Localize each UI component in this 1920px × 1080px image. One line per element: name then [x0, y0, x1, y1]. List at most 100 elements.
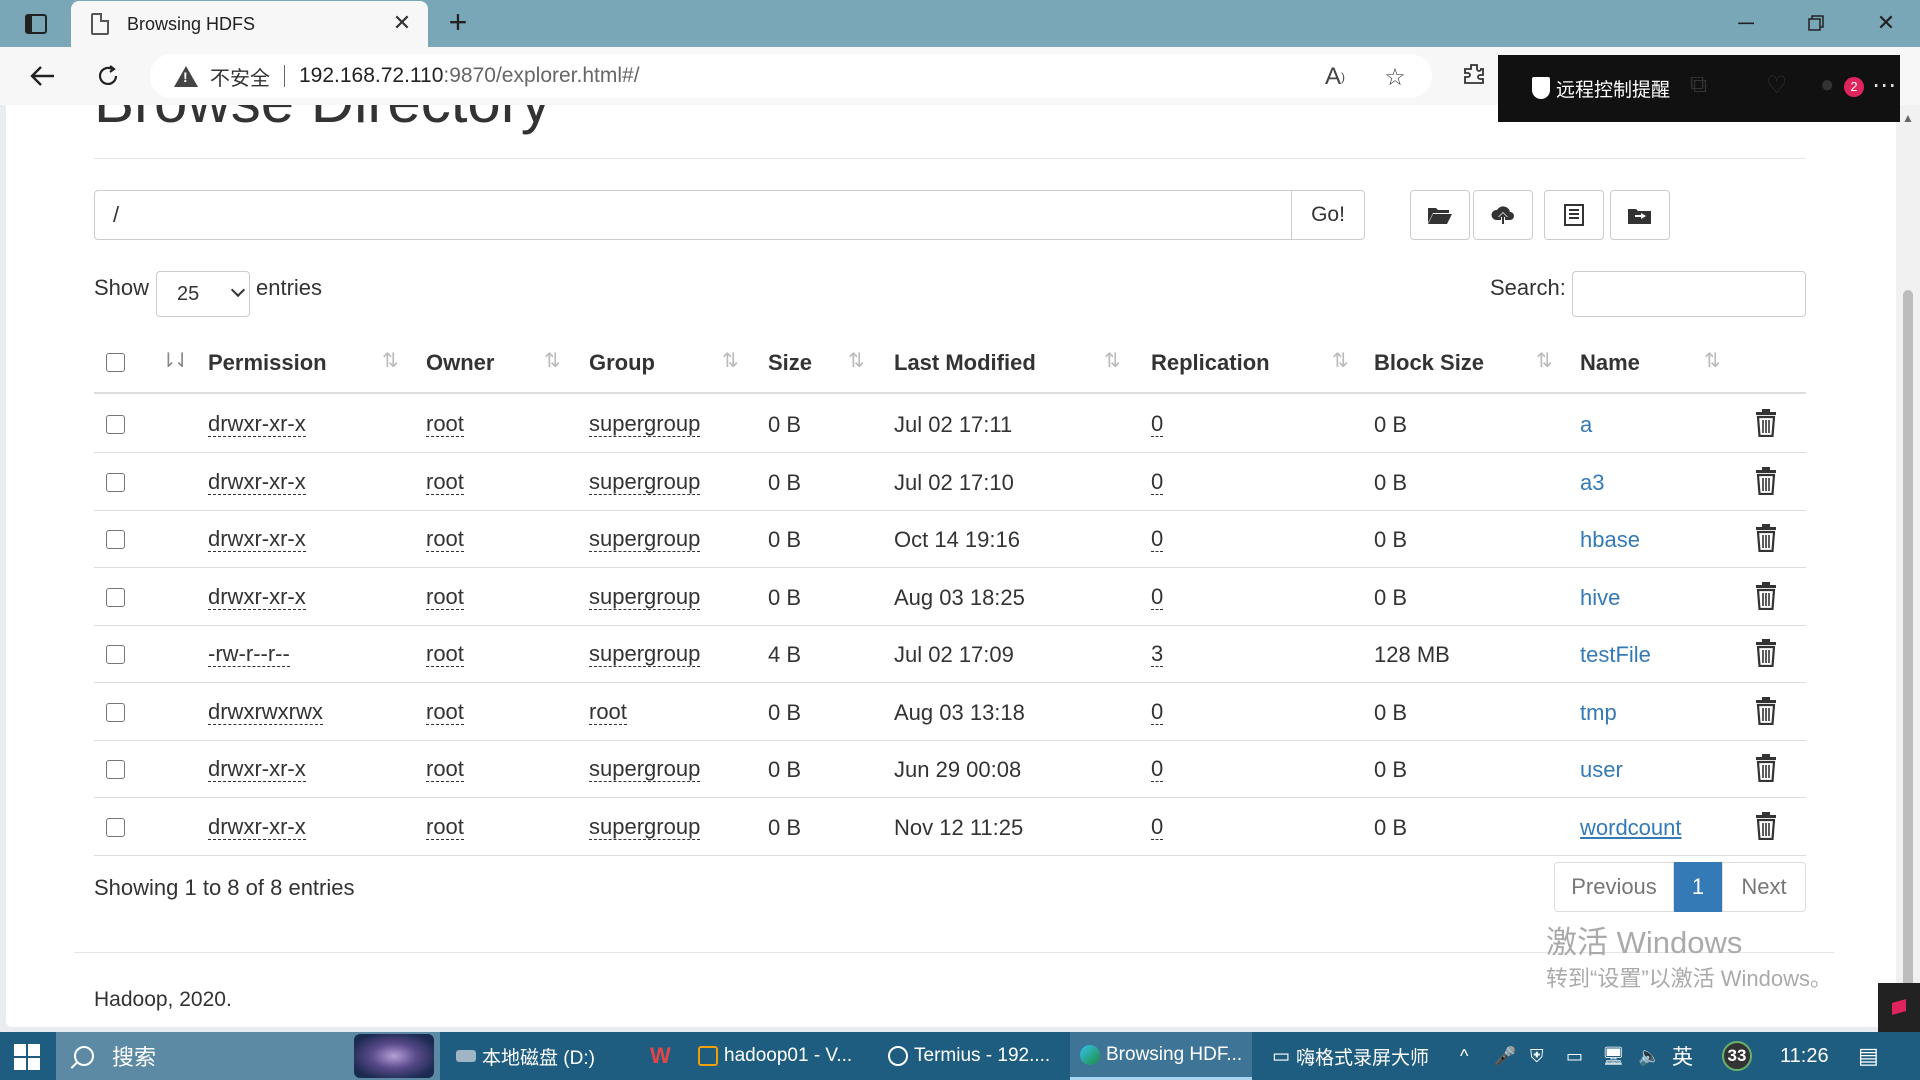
permission-cell[interactable]: drwxrwxrwx	[208, 699, 323, 725]
name-link[interactable]: user	[1580, 757, 1623, 783]
tray-app-badge[interactable]: 33	[1722, 1041, 1752, 1071]
extensions-icon[interactable]	[1456, 56, 1492, 92]
more-menu-icon[interactable]: ⋯	[1872, 71, 1896, 100]
sort-icon[interactable]: ⇅	[382, 348, 399, 373]
row-checkbox[interactable]	[106, 415, 125, 434]
ime-indicator[interactable]: 英	[1672, 1032, 1693, 1080]
sort-icon[interactable]: ⇂⇃	[160, 348, 190, 373]
replication-cell[interactable]: 0	[1151, 757, 1164, 782]
permission-cell[interactable]: drwxr-xr-x	[208, 469, 306, 495]
taskbar-item-wps[interactable]: W	[640, 1032, 684, 1080]
windows-start-icon[interactable]	[14, 1044, 40, 1070]
taskbar-item-edge[interactable]: Browsing HDF...	[1070, 1032, 1252, 1080]
col-group[interactable]: Group	[589, 350, 655, 376]
notification-center-icon[interactable]: ▤	[1858, 1032, 1879, 1080]
replication-cell[interactable]: 0	[1151, 814, 1164, 840]
sort-icon[interactable]: ⇅	[1332, 348, 1349, 373]
group-cell[interactable]: supergroup	[589, 412, 701, 437]
name-link[interactable]: tmp	[1580, 700, 1617, 726]
col-replication[interactable]: Replication	[1151, 350, 1270, 376]
row-checkbox[interactable]	[106, 530, 125, 549]
flag-icon[interactable]	[1878, 983, 1920, 1035]
refresh-icon[interactable]	[88, 57, 128, 95]
name-link[interactable]: testFile	[1580, 642, 1651, 668]
taskbar-item-recorder[interactable]: ▭ 嗨格式录屏大师	[1262, 1032, 1440, 1080]
col-permission[interactable]: Permission	[208, 350, 327, 376]
group-cell[interactable]: supergroup	[589, 642, 701, 667]
network-icon[interactable]: 🖥	[1602, 1032, 1625, 1080]
row-checkbox[interactable]	[106, 587, 125, 607]
create-directory-button[interactable]	[1410, 190, 1470, 240]
owner-cell[interactable]: root	[426, 699, 464, 725]
collections-icon[interactable]: ⧉	[1690, 71, 1707, 99]
col-size[interactable]: Size	[768, 350, 812, 376]
tab-actions-icon[interactable]	[16, 9, 56, 39]
replication-cell[interactable]: 0	[1151, 412, 1164, 437]
sort-icon[interactable]: ⇅	[848, 348, 865, 373]
permission-cell[interactable]: drwxr-xr-x	[208, 584, 306, 610]
url-bar[interactable]: 不安全 192.168.72.110:9870/explorer.html#/ …	[150, 54, 1432, 98]
group-cell[interactable]: supergroup	[589, 527, 701, 552]
back-arrow-icon[interactable]	[22, 57, 62, 95]
sort-icon[interactable]: ⇅	[1536, 348, 1553, 373]
replication-cell[interactable]: 0	[1151, 527, 1164, 552]
previous-page-button[interactable]: Previous	[1554, 862, 1674, 912]
group-cell[interactable]: root	[589, 699, 627, 725]
replication-cell[interactable]: 0	[1151, 469, 1164, 495]
row-checkbox[interactable]	[106, 645, 125, 664]
cut-paste-button[interactable]	[1610, 190, 1670, 240]
sort-icon[interactable]: ⇅	[1704, 348, 1721, 373]
scrollbar-thumb[interactable]	[1903, 290, 1913, 1030]
page-1-button[interactable]: 1	[1674, 862, 1722, 912]
close-tab-icon[interactable]: ✕	[390, 12, 414, 36]
owner-cell[interactable]: root	[426, 814, 464, 840]
sort-icon[interactable]: ⇅	[544, 348, 561, 373]
row-checkbox[interactable]	[106, 760, 125, 779]
name-link[interactable]: hive	[1580, 585, 1620, 611]
trash-icon[interactable]	[1755, 811, 1777, 840]
row-checkbox[interactable]	[106, 702, 125, 722]
next-page-button[interactable]: Next	[1722, 862, 1806, 912]
owner-cell[interactable]: root	[426, 584, 464, 610]
owner-cell[interactable]: root	[426, 412, 464, 437]
microphone-icon[interactable]: 🎤	[1494, 1032, 1516, 1080]
sort-icon[interactable]: ⇅	[722, 348, 739, 373]
volume-icon[interactable]: 🔈	[1638, 1032, 1660, 1080]
restore-icon[interactable]	[1786, 6, 1846, 40]
close-window-icon[interactable]: ✕	[1856, 6, 1916, 40]
profile-icon[interactable]: ●	[1820, 71, 1835, 99]
taskbar-search[interactable]: 搜索	[56, 1032, 440, 1080]
vertical-scrollbar[interactable]: ▲	[1896, 105, 1920, 1032]
favorite-star-icon[interactable]: ☆	[1380, 62, 1410, 92]
group-cell[interactable]: supergroup	[589, 469, 701, 495]
permission-cell[interactable]: drwxr-xr-x	[208, 527, 306, 552]
trash-icon[interactable]	[1755, 754, 1777, 782]
new-tab-icon[interactable]: +	[442, 6, 474, 39]
heart-icon[interactable]: ♡	[1766, 71, 1788, 100]
col-block-size[interactable]: Block Size	[1374, 350, 1484, 376]
sort-icon[interactable]: ⇅	[1104, 348, 1121, 373]
security-shield-icon[interactable]: ⛨	[1530, 1032, 1544, 1080]
show-hidden-icons[interactable]: ^	[1460, 1032, 1468, 1080]
list-view-button[interactable]	[1544, 190, 1604, 240]
taskbar-item-vmware[interactable]: hadoop01 - V...	[688, 1032, 874, 1080]
permission-cell[interactable]: drwxr-xr-x	[208, 814, 306, 840]
group-cell[interactable]: supergroup	[589, 757, 701, 782]
trash-icon[interactable]	[1755, 409, 1777, 437]
permission-cell[interactable]: -rw-r--r--	[208, 642, 290, 667]
group-cell[interactable]: supergroup	[589, 584, 701, 610]
taskbar-item-termius[interactable]: Termius - 192....	[878, 1032, 1066, 1080]
owner-cell[interactable]: root	[426, 757, 464, 782]
minimize-icon[interactable]: ─	[1716, 6, 1776, 40]
trash-icon[interactable]	[1755, 466, 1777, 495]
replication-cell[interactable]: 0	[1151, 699, 1164, 725]
replication-cell[interactable]: 3	[1151, 642, 1164, 667]
permission-cell[interactable]: drwxr-xr-x	[208, 757, 306, 782]
taskbar-item-file-explorer[interactable]: 本地磁盘 (D:)	[446, 1032, 624, 1080]
col-name[interactable]: Name	[1580, 350, 1640, 376]
browser-tab[interactable]: Browsing HDFS ✕	[71, 1, 428, 47]
select-all-checkbox[interactable]	[106, 353, 125, 372]
owner-cell[interactable]: root	[426, 469, 464, 495]
trash-icon[interactable]	[1755, 524, 1777, 552]
row-checkbox[interactable]	[106, 472, 125, 492]
